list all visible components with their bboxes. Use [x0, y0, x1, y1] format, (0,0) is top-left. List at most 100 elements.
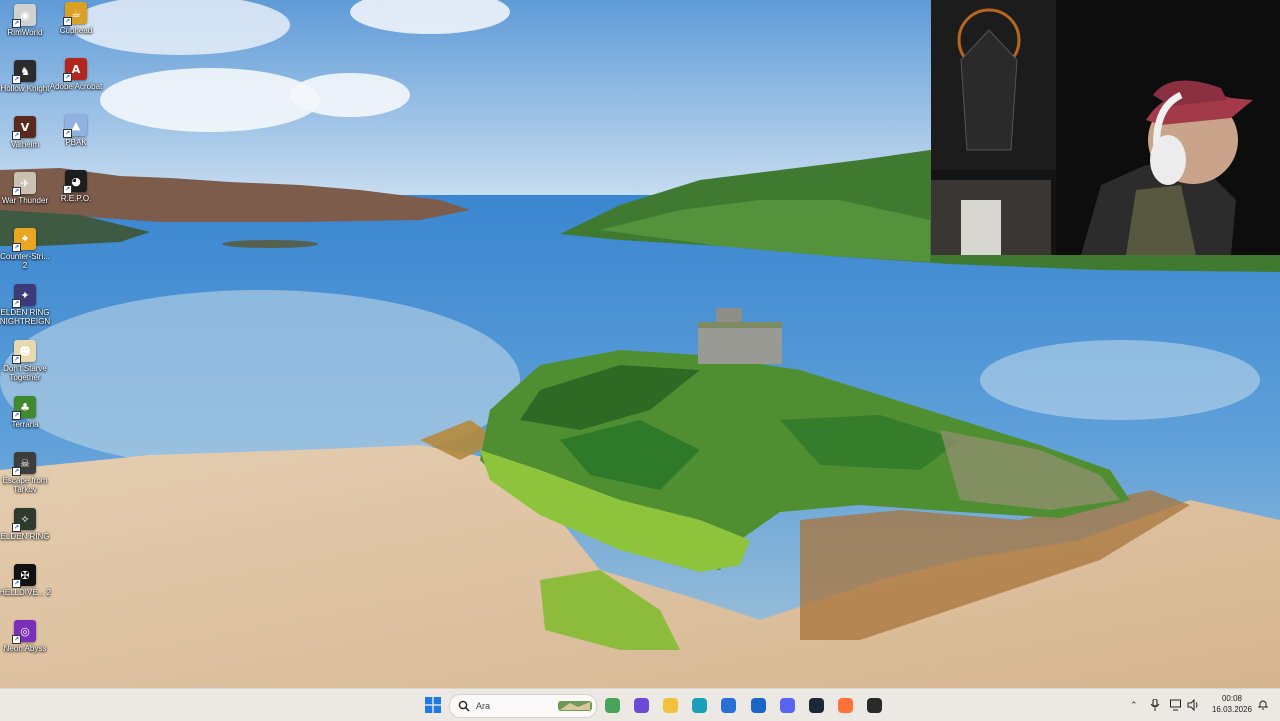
shortcut-arrow-icon: ↗ — [12, 411, 21, 420]
shortcut-arrow-icon: ↗ — [12, 187, 21, 196]
shortcut-arrow-icon: ↗ — [63, 129, 72, 138]
start-button[interactable] — [423, 695, 443, 715]
desktop-icon-helldive-2[interactable]: ✠ ↗ HELLDIVE... 2 — [0, 564, 51, 597]
desktop-icon-label: Adobe Acrobat — [49, 82, 103, 91]
firefox-taskbar-button[interactable] — [836, 695, 856, 715]
firefox-icon — [838, 697, 854, 713]
desktop-icon-pbak[interactable]: ▲ ↗ PBAK — [50, 114, 102, 147]
don-t-starve-together-icon: ☻ ↗ — [12, 340, 36, 364]
shortcut-arrow-icon: ↗ — [12, 523, 21, 532]
shortcut-arrow-icon: ↗ — [63, 185, 72, 194]
desktop-icon-label: Terraria — [11, 420, 39, 429]
desktop-icon-label: Neon Abyss — [3, 644, 47, 653]
system-tray: ⌃ — [1130, 689, 1205, 721]
hollow-knight-icon: ♞ ↗ — [12, 60, 36, 84]
desktop-icon-elden-ring-nightreign[interactable]: ✦ ↗ ELDEN RING NIGHTREIGN — [0, 284, 51, 326]
desktop-icon-war-thunder[interactable]: ✈ ↗ War Thunder — [0, 172, 51, 205]
desktop-icon-escape-from-tarkov[interactable]: ☠ ↗ Escape from Tarkov — [0, 452, 51, 494]
helldive-2-icon: ✠ ↗ — [12, 564, 36, 588]
desktop-icon-label: Valheim — [10, 140, 40, 149]
shortcut-arrow-icon: ↗ — [12, 131, 21, 140]
shortcut-arrow-icon: ↗ — [12, 635, 21, 644]
desktop-icon-label: R.E.P.O. — [60, 194, 92, 203]
adobe-acrobat-icon: A ↗ — [63, 58, 87, 82]
desktop-icon-valheim[interactable]: V ↗ Valheim — [0, 116, 51, 149]
desktop-icon-label: PBAK — [65, 138, 87, 147]
elden-ring-icon: ✧ ↗ — [12, 508, 36, 532]
widgets-icon — [604, 697, 620, 713]
shortcut-arrow-icon: ↗ — [63, 73, 72, 82]
rimworld-icon: ◉ ↗ — [12, 4, 36, 28]
discord-taskbar-button[interactable] — [777, 695, 797, 715]
desktop-icon-label: Cuphead — [59, 26, 93, 35]
search-highlight-icon — [558, 701, 592, 711]
desktop-icon-label: RimWorld — [7, 28, 43, 37]
desktop-icon-neon-abyss[interactable]: ◎ ↗ Neon Abyss — [0, 620, 51, 653]
desktop-icon-counter-stri-2[interactable]: ⌖ ↗ Counter-Stri... 2 — [0, 228, 51, 270]
r-e-p-o-icon: ◕ ↗ — [63, 170, 87, 194]
desktop-icon-label: Don't Starve Together — [3, 364, 47, 382]
taskbar-clock[interactable]: 00:08 16.03.2026 — [1205, 693, 1259, 715]
cuphead-icon: ☕ ↗ — [63, 2, 87, 26]
desktop-icon-label: Hollow Knight — [0, 84, 50, 93]
pbak-icon: ▲ ↗ — [63, 114, 87, 138]
clock-date: 16.03.2026 — [1211, 705, 1253, 714]
elden-ring-nightreign-icon: ✦ ↗ — [12, 284, 36, 308]
chevron-up-icon[interactable]: ⌃ — [1130, 700, 1138, 711]
shortcut-arrow-icon: ↗ — [12, 243, 21, 252]
shortcut-arrow-icon: ↗ — [12, 355, 21, 364]
escape-from-tarkov-icon: ☠ ↗ — [12, 452, 36, 476]
desktop-icon-r-e-p-o[interactable]: ◕ ↗ R.E.P.O. — [50, 170, 102, 203]
desktop-icon-label: Counter-Stri... 2 — [0, 252, 50, 270]
volume-icon[interactable] — [1187, 699, 1199, 711]
desktop-icon-label: ELDEN RING — [0, 532, 50, 541]
steam-icon — [808, 697, 824, 713]
discord-icon — [779, 697, 795, 713]
taskbar-search-box[interactable]: Ara — [449, 694, 597, 718]
shortcut-arrow-icon: ↗ — [63, 17, 72, 26]
desktop-icon-label: Escape from Tarkov — [2, 476, 48, 494]
obs-taskbar-button[interactable] — [865, 695, 885, 715]
taskbar: Ara ⌃ 00:08 16.03.2026 — [0, 688, 1280, 721]
widgets-taskbar-button[interactable] — [602, 695, 622, 715]
desktop-icon-label: HELLDIVE... 2 — [0, 588, 52, 597]
desktop-icon-terraria[interactable]: ♣ ↗ Terraria — [0, 396, 51, 429]
copilot-icon — [633, 697, 649, 713]
store-taskbar-button[interactable] — [719, 695, 739, 715]
desktop-icon-adobe-acrobat[interactable]: A ↗ Adobe Acrobat — [50, 58, 102, 91]
windows-logo-icon — [425, 697, 441, 713]
webcam-overlay — [931, 0, 1280, 255]
neon-abyss-icon: ◎ ↗ — [12, 620, 36, 644]
shortcut-arrow-icon: ↗ — [12, 467, 21, 476]
clock-time: 00:08 — [1221, 694, 1243, 703]
steam-taskbar-button[interactable] — [806, 695, 826, 715]
counter-stri-2-icon: ⌖ ↗ — [12, 228, 36, 252]
shortcut-arrow-icon: ↗ — [12, 579, 21, 588]
edge-taskbar-button[interactable] — [690, 695, 710, 715]
desktop-icon-label: War Thunder — [1, 196, 49, 205]
store-icon — [721, 697, 737, 713]
search-icon — [458, 700, 470, 712]
search-placeholder: Ara — [476, 701, 491, 711]
outlook-icon — [750, 697, 766, 713]
desktop-icon-cuphead[interactable]: ☕ ↗ Cuphead — [50, 2, 102, 35]
file-explorer-taskbar-button[interactable] — [660, 695, 680, 715]
valheim-icon: V ↗ — [12, 116, 36, 140]
desktop-icon-hollow-knight[interactable]: ♞ ↗ Hollow Knight — [0, 60, 51, 93]
copilot-taskbar-button[interactable] — [631, 695, 651, 715]
file-explorer-icon — [662, 697, 678, 713]
microphone-icon[interactable] — [1150, 699, 1160, 711]
shortcut-arrow-icon: ↗ — [12, 19, 21, 28]
war-thunder-icon: ✈ ↗ — [12, 172, 36, 196]
desktop-icon-elden-ring[interactable]: ✧ ↗ ELDEN RING — [0, 508, 51, 541]
shortcut-arrow-icon: ↗ — [12, 299, 21, 308]
desktop-icon-don-t-starve-together[interactable]: ☻ ↗ Don't Starve Together — [0, 340, 51, 382]
outlook-taskbar-button[interactable] — [748, 695, 768, 715]
shortcut-arrow-icon: ↗ — [12, 75, 21, 84]
desktop-icon-rimworld[interactable]: ◉ ↗ RimWorld — [0, 4, 51, 37]
desktop-icon-label: ELDEN RING NIGHTREIGN — [0, 308, 51, 326]
notification-bell-icon[interactable] — [1258, 699, 1268, 710]
terraria-icon: ♣ ↗ — [12, 396, 36, 420]
obs-icon — [867, 697, 883, 713]
network-icon[interactable] — [1169, 699, 1182, 711]
